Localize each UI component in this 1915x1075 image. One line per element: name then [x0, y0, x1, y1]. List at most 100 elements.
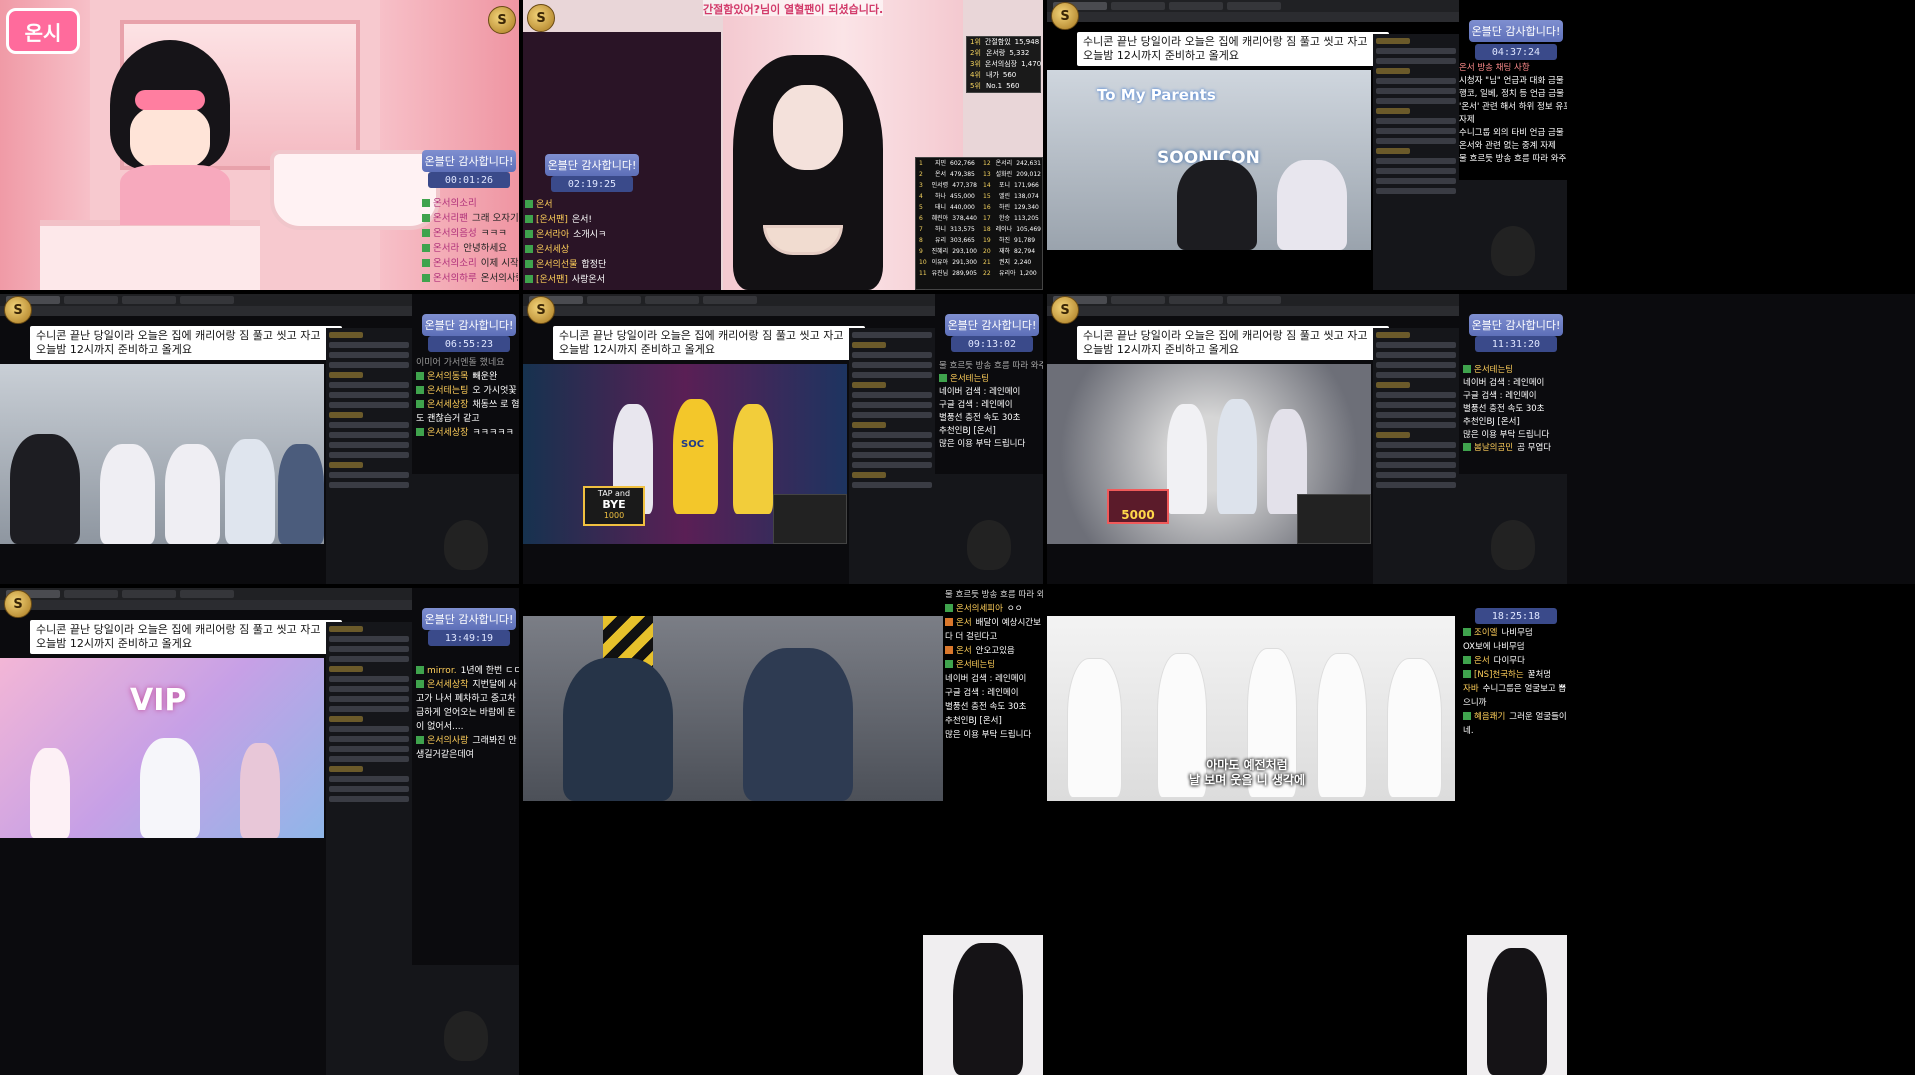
chat-row: 봄날의곰민 곰 무엽다 — [1463, 442, 1567, 455]
channel-logo: S — [4, 590, 32, 618]
bathtub — [270, 150, 440, 230]
chat-row: mirror. 1년에 한번 ㄷㄷ — [416, 664, 519, 678]
lyric-subtitle: 아마도 예전처럼 날 보며 웃을 니 생각에 — [1188, 758, 1306, 787]
chat-row: 온서라 안녕하세요 — [422, 241, 518, 256]
chat-row: 자바 수니그룹은 얼굴보고 뽑으니까 — [1463, 684, 1567, 708]
browser-tabbar[interactable] — [0, 294, 412, 306]
guest-male — [1177, 160, 1257, 250]
channel-logo: S — [527, 296, 555, 324]
stream-panel-2[interactable]: S 간절함있어?님이 열혈팬이 되셨습니다. 온블단 감사합니다! 02:19:… — [523, 0, 1043, 290]
mini-leaderboard — [1297, 494, 1371, 544]
browser-tabbar[interactable] — [523, 294, 935, 306]
chat-row: 추천인BJ [온서] — [1463, 417, 1520, 427]
chat-row: 온서세상장 ㅋㅋㅋㅋㅋ — [416, 426, 519, 440]
chat-list: 조이엘 나비무덤 OX보에 나비무덤 온서 다이무다 [NS]천국하는 꿀처멍 자바 수… — [1463, 626, 1567, 738]
browser-addressbar[interactable] — [0, 306, 412, 316]
ranking-row: 4위 내가 560 — [970, 71, 1017, 79]
stream-panel-1[interactable]: 온시 S 온블단 감사합니다! 00:01:26 온서의소리 온서리팬 그래 오자… — [0, 0, 519, 290]
streamer — [953, 943, 1023, 1075]
stream-panel-4[interactable]: S 수니콘 끝난 당일이라 오늘은 집에 캐리어랑 짐 풀고 씻고 자고 오늘밤 … — [0, 294, 519, 584]
guest — [278, 444, 324, 544]
streamer-face — [773, 85, 843, 170]
streamer-caption: 수니콘 끝난 당일이라 오늘은 집에 캐리어랑 짐 풀고 씻고 자고 오늘밤 12… — [30, 620, 342, 654]
chat-row: 온서의동목 빼운완 — [416, 370, 519, 384]
dancer — [1217, 399, 1257, 514]
browser-tabbar[interactable] — [1047, 294, 1459, 306]
webcam-chair — [1459, 474, 1567, 584]
chat-list: mirror. 1년에 한번 ㄷㄷ 온서세상착 지번달에 사고가 나서 폐차하고 중… — [416, 664, 519, 762]
title-logo: 온시 — [6, 8, 80, 54]
chat-row: 온서 배달이 예상시간보다 더 걸린다고 — [945, 618, 1041, 642]
webcam-chair — [1459, 180, 1567, 290]
tap-bye-sign: TAP and BYE 1000 — [583, 486, 645, 526]
chat-row: 온서리팬그래 오자기 얘해 — [422, 211, 518, 226]
chat-row: 온서라아 소개시ㅋ — [525, 228, 623, 243]
stream-panel-3[interactable]: S 수니콘 끝난 당일이라 오늘은 집에 캐리어랑 짐 풀고 씻고 자고 오늘밤 … — [1047, 0, 1915, 290]
chat-row: 온서 안오고있음 — [945, 644, 1043, 658]
chat-row: 온서의선물 합정단 — [525, 258, 623, 273]
stage-banner: To My Parents — [1097, 86, 1216, 104]
stream-timer: 04:37:24 — [1475, 44, 1557, 60]
guest — [100, 444, 155, 544]
chat-row: 온서 — [525, 198, 623, 213]
stream-timer: 02:19:25 — [551, 176, 633, 192]
chat-row: 온서의소리 이제 시작 — [422, 256, 518, 271]
chat-row: 많은 이용 부탁 드립니다 — [939, 439, 1026, 449]
leaderboard: 1 지민 602,766 2 온서 479,385 3 인서령 477,378 4 하나 455… — [915, 157, 1043, 290]
chat-list: 온서 [온서팬] 온서! 온서라아 소개시ㅋ 온서세상 온서의선물 합정단 [온서팬]… — [525, 198, 623, 288]
chat-row: 별풍선 충전 속도 30초 — [1463, 404, 1545, 414]
ranking-row: 5위 No.1 560 — [970, 82, 1020, 90]
chat-row: 많은 이용 부탁 드립니다 — [1463, 430, 1550, 440]
thanks-banner: 온블단 감사합니다! — [1469, 314, 1563, 336]
streamer-caption: 수니콘 끝난 당일이라 오늘은 집에 캐리어랑 짐 풀고 씻고 자고 오늘밤 12… — [30, 326, 342, 360]
bear-plush — [1491, 226, 1535, 276]
character-face — [130, 105, 210, 170]
thanks-banner: 온블단 감사합니다! — [1469, 20, 1563, 42]
vip-sign: VIP — [130, 683, 187, 718]
browser-addressbar[interactable] — [0, 600, 412, 610]
stream-panel-6[interactable]: S 수니콘 끝난 당일이라 오늘은 집에 캐리어랑 짐 풀고 씻고 자고 오늘밤 … — [1047, 294, 1915, 584]
chat-row: 온서의사랑 그래봐진 안생길거같은데여 — [416, 736, 517, 760]
stream-panel-8[interactable]: 물 흐르듯 방송 흐름 따라 와주기 온서의세피아ㅇㅇ 온서배달이 예상시간보다… — [523, 588, 1043, 1075]
chat-row: 온서테는팅 오 가시엇꽃 — [416, 384, 519, 398]
thanks-banner: 온블단 감사합니다! — [422, 314, 516, 336]
chat-row: 별풍선 충전 속도 30초 — [945, 702, 1027, 712]
jersey-text: SOC — [681, 439, 705, 450]
thanks-banner: 온블단 감사합니다! — [422, 150, 516, 172]
bear-plush — [967, 520, 1011, 570]
dancer — [1167, 404, 1207, 514]
chat-row: 온서테는팅 — [945, 658, 1043, 672]
notice-line: 온서 방송 채팅 사항 — [1459, 63, 1530, 73]
dancer — [733, 404, 773, 514]
chat-row: 온서의세피아 ㅇㅇ — [945, 602, 1043, 616]
character-body — [120, 165, 230, 225]
browser-addressbar[interactable] — [1047, 12, 1459, 22]
chat-sidebar — [326, 328, 412, 584]
browser-addressbar[interactable] — [523, 306, 935, 316]
chat-row: [NS]천국하는 꿀처멍 — [1463, 668, 1567, 682]
thanks-banner: 온블단 감사합니다! — [945, 314, 1039, 336]
dancer — [673, 399, 718, 514]
chat-row: 온서세상 — [525, 243, 623, 258]
chat-row: 네이버 검색 : 레인메이 — [939, 387, 1021, 397]
stream-timer: 11:31:20 — [1475, 336, 1557, 352]
dancer — [240, 743, 280, 838]
stream-panel-7[interactable]: S 수니콘 끝난 당일이라 오늘은 집에 캐리어랑 짐 풀고 씻고 자고 오늘밤 … — [0, 588, 519, 1075]
notice-line: 자제 — [1459, 115, 1475, 125]
stream-timer: 00:01:26 — [428, 172, 510, 188]
chat-row: 구글 검색 : 레인메이 — [1463, 391, 1537, 401]
stream-panel-9[interactable]: 아마도 예전처럼 날 보며 웃을 니 생각에 18:25:18 조이엘 나비무덤 O… — [1047, 588, 1915, 1075]
singer — [1387, 658, 1442, 798]
singer — [1067, 658, 1122, 798]
guest-female — [1277, 160, 1347, 250]
chat-list: 온서테는팅 네이버 검색 : 레인메이 구글 검색 : 레인메이 별풍선 충전 … — [1463, 364, 1567, 455]
chat-row: 추천인BJ [온서] — [939, 426, 996, 436]
browser-tabbar[interactable] — [0, 588, 412, 600]
channel-logo: S — [527, 4, 555, 32]
webcam-chair — [412, 474, 519, 584]
streamer — [1487, 948, 1547, 1075]
browser-tabbar[interactable] — [1047, 0, 1459, 12]
stream-panel-5[interactable]: S 수니콘 끝난 당일이라 오늘은 집에 캐리어랑 짐 풀고 씻고 자고 오늘밤 … — [523, 294, 1043, 584]
browser-addressbar[interactable] — [1047, 306, 1459, 316]
webcam-chair — [412, 965, 519, 1075]
